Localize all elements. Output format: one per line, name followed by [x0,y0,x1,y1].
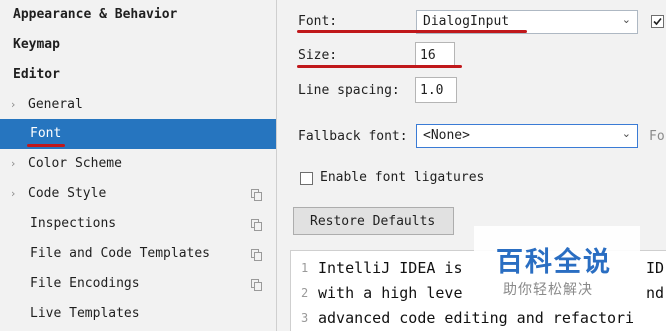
sidebar-item-label: Inspections [30,216,117,231]
font-dropdown-value: DialogInput [423,14,510,29]
line-number-gutter: 1 2 3 [291,251,314,331]
enable-font-ligatures-label[interactable]: Enable font ligatures [320,170,484,185]
annotation-underline [297,65,462,68]
line-spacing-field[interactable]: 1.0 [415,77,457,103]
sidebar-item-label: Live Templates [30,306,140,321]
fallback-font-dropdown[interactable]: <None> ⌄ [416,124,638,148]
font-label: Font: [298,14,338,29]
fallback-font-label: Fallback font: [298,129,408,144]
chevron-right-icon[interactable]: › [11,90,15,120]
project-scope-icon [251,249,262,261]
restore-defaults-button[interactable]: Restore Defaults [293,207,454,235]
annotation-underline [297,30,527,33]
line-number: 2 [301,286,309,300]
sidebar-item-appearance-behavior[interactable]: Appearance & Behavior [0,0,276,30]
preview-code-tail: nd [646,284,665,302]
size-label: Size: [298,48,338,63]
line-spacing-label: Line spacing: [298,83,400,98]
line-spacing-value: 1.0 [420,83,444,98]
show-monospaced-checkbox[interactable] [651,15,664,28]
watermark-title: 百科全说 [496,247,612,278]
sidebar-item-label: Keymap [13,37,60,52]
sidebar-item-inspections[interactable]: Inspections [0,209,276,239]
preview-code-line: with a high leve [318,284,463,302]
sidebar-item-label: Editor [13,67,60,82]
project-scope-icon [251,279,262,291]
chevron-right-icon[interactable]: › [11,149,15,179]
sidebar-item-label: Appearance & Behavior [13,7,178,22]
chevron-right-icon[interactable]: › [11,179,15,209]
sidebar-item-general[interactable]: › General [0,90,276,120]
preview-code-tail: ID [646,259,665,277]
sidebar-item-code-style[interactable]: › Code Style [0,179,276,209]
fallback-trailing-label: Fo [649,129,665,144]
sidebar-item-label: File Encodings [30,276,140,291]
chevron-down-icon[interactable]: ⌄ [622,13,631,26]
sidebar-item-file-code-templates[interactable]: File and Code Templates [0,239,276,269]
sidebar-item-label: File and Code Templates [30,246,211,261]
sidebar-item-file-encodings[interactable]: File Encodings [0,269,276,299]
preview-code-line: advanced code editing and refactori [318,309,635,327]
line-number: 3 [301,311,309,325]
sidebar-item-live-templates[interactable]: Live Templates [0,299,276,329]
line-number: 1 [301,261,309,275]
sidebar-item-label: Color Scheme [28,156,122,171]
sidebar-item-editor[interactable]: Editor [0,60,276,90]
sidebar-item-label: Code Style [28,186,107,201]
fallback-font-value: <None> [423,128,470,143]
annotation-underline [27,144,65,147]
project-scope-icon [251,189,262,201]
sidebar-item-label: General [28,97,83,112]
project-scope-icon [251,219,262,231]
restore-defaults-label: Restore Defaults [310,214,436,229]
chevron-down-icon[interactable]: ⌄ [622,127,631,140]
enable-font-ligatures-checkbox[interactable] [300,172,313,185]
check-icon [653,17,662,26]
watermark-subtitle: 助你轻松解决 [503,282,593,298]
settings-sidebar: Appearance & Behavior Keymap Editor › Ge… [0,0,277,331]
sidebar-item-keymap[interactable]: Keymap [0,30,276,60]
size-field-value: 16 [420,48,436,63]
sidebar-item-color-scheme[interactable]: › Color Scheme [0,149,276,179]
preview-code-line: IntelliJ IDEA is [318,259,463,277]
